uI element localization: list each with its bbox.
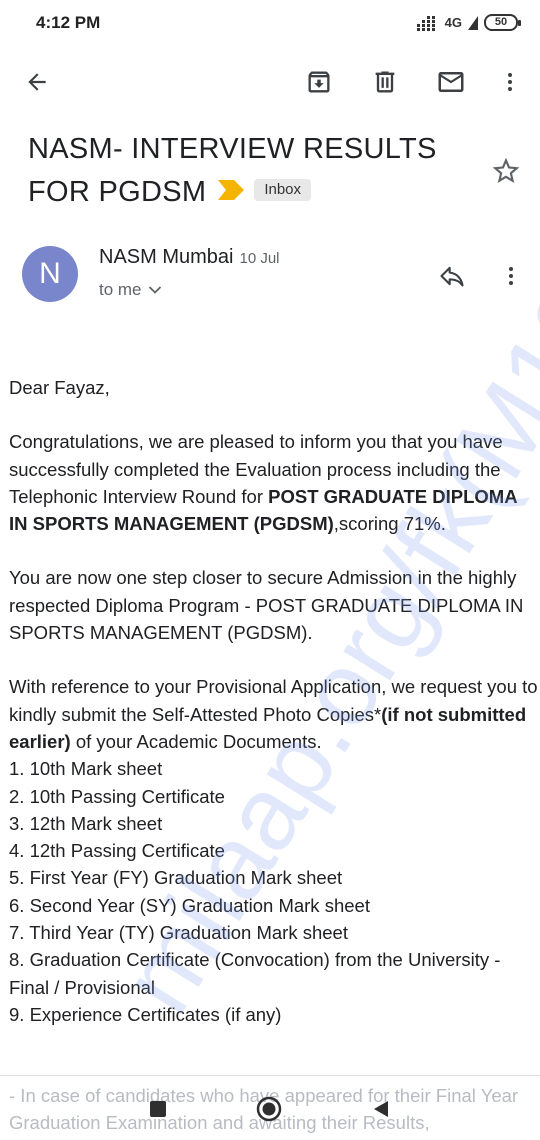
signal-icon [416,15,435,31]
status-time: 4:12 PM [36,13,101,32]
more-vertical-icon [508,73,512,91]
greeting: Dear Fayaz, [9,377,110,398]
list-item: 5. First Year (FY) Graduation Mark sheet [9,867,343,889]
sender-line: NASM Mumbai 10 Jul [99,246,280,269]
square-icon [150,1101,166,1117]
sender-avatar[interactable]: N [22,246,78,302]
recipient-toggle[interactable]: to me [99,280,162,300]
battery-indicator: 50 [484,14,521,31]
paragraph-congratulations: Congratulations, we are pleased to infor… [9,428,539,537]
star-outline-icon [492,157,520,183]
email-toolbar [0,56,540,108]
trash-icon [375,71,395,93]
delete-button[interactable] [363,56,407,108]
message-more-button[interactable] [496,258,526,294]
list-item: 4. 12th Passing Certificate [9,840,225,862]
home-button[interactable] [254,1094,284,1124]
recent-apps-button[interactable] [143,1094,173,1124]
circle-icon [256,1096,282,1122]
system-navigation-bar [0,1092,540,1126]
p3-tail: of your Academic Documents. [70,730,322,752]
important-marker[interactable] [218,170,245,213]
status-bar: 4:12 PM 4G 50 [0,0,540,46]
list-item: 7. Third Year (TY) Graduation Mark sheet [9,922,348,944]
p1-score: ,scoring 71%. [333,513,446,535]
list-item: 2. 10th Passing Certificate [9,785,225,807]
list-item: 8. Graduation Certificate (Convocation) … [9,949,501,998]
recipient-text: to me [99,280,142,299]
signal-bars-icon [468,15,478,30]
reply-button[interactable] [434,258,470,294]
more-options-button[interactable] [488,56,532,108]
list-item: 9. Experience Certificates (if any) [9,1003,282,1025]
back-button[interactable] [15,56,59,108]
email-subject: NASM- INTERVIEW RESULTS FOR PGDSM Inbox [28,128,468,214]
importance-arrow-icon [218,179,245,200]
chevron-down-icon [148,286,161,294]
network-type: 4G [444,15,462,30]
inbox-label-chip[interactable]: Inbox [254,179,312,202]
paragraph-next-step: You are now one step closer to secure Ad… [9,567,524,644]
arrow-left-icon [28,73,46,91]
subject-line-1: NASM- INTERVIEW RESULTS [28,133,437,165]
email-body: Dear Fayaz, Congratulations, we are plea… [9,374,539,1028]
email-date: 10 Jul [239,250,280,267]
subject-line-2: FOR PGDSM [28,176,207,208]
list-item: 6. Second Year (SY) Graduation Mark shee… [9,894,370,916]
status-indicators: 4G 50 [416,14,521,31]
list-item: 1. 10th Mark sheet [9,758,163,780]
more-vertical-icon [509,267,513,285]
reply-icon [440,266,464,287]
list-item: 3. 12th Mark sheet [9,812,163,834]
archive-button[interactable] [297,56,341,108]
system-back-button[interactable] [366,1094,396,1124]
paragraph-documents: With reference to your Provisional Appli… [9,673,539,755]
star-button[interactable] [490,155,522,187]
divider [0,1075,540,1076]
mail-icon [438,72,464,92]
archive-icon [308,71,330,93]
sender-name[interactable]: NASM Mumbai [99,246,233,268]
triangle-back-icon [374,1101,388,1117]
mark-unread-button[interactable] [429,56,473,108]
